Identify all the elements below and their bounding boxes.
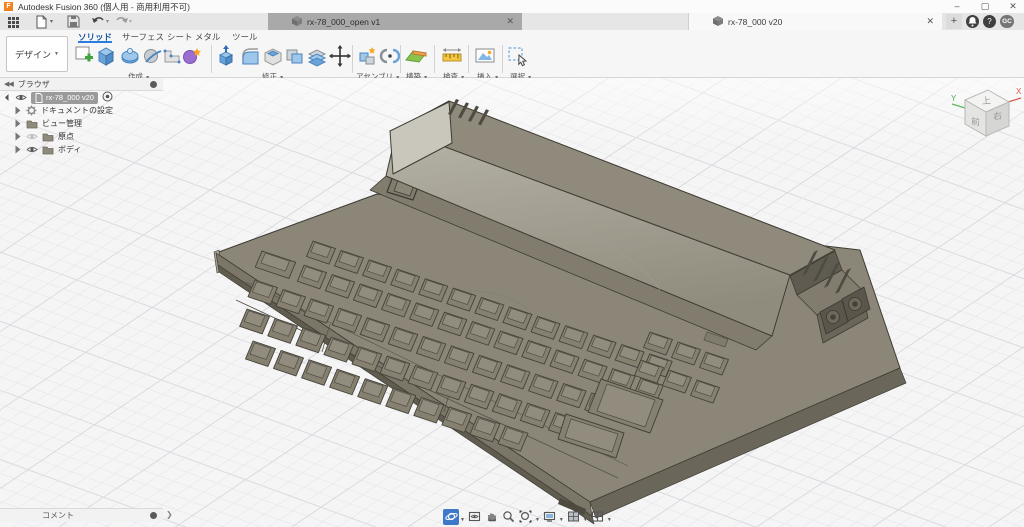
offset-face-icon[interactable] — [305, 44, 329, 70]
measure-icon[interactable] — [440, 44, 464, 70]
browser-root-row[interactable]: rx-78_000 v20 — [0, 91, 170, 104]
tab-close-icon[interactable]: ✕ — [506, 16, 514, 27]
tab-close-icon[interactable]: ✕ — [926, 16, 934, 27]
folder-icon — [26, 119, 42, 129]
press-pull-icon[interactable] — [215, 44, 239, 70]
ribbon-tab-solid[interactable]: ソリッド — [78, 31, 112, 43]
viewcube-right-label: 右 — [993, 110, 1002, 122]
collapsed-caret-icon[interactable] — [16, 133, 21, 141]
document-cube-icon — [292, 16, 302, 28]
save-icon[interactable] — [66, 14, 82, 29]
browser-panel: ◀◀ ブラウザ rx-78_000 v20 ドキュメントの設定 — [0, 78, 170, 156]
axis-y-label: Y — [951, 94, 957, 103]
ribbon-tab-surface[interactable]: サーフェス — [122, 31, 164, 43]
collapsed-caret-icon[interactable] — [16, 120, 21, 128]
create-form-icon[interactable] — [180, 44, 204, 70]
display-caret-icon[interactable]: ▼ — [559, 517, 564, 523]
folder-icon — [42, 132, 58, 142]
root-component-name: rx-78_000 v20 — [46, 93, 94, 102]
browser-item-document-settings[interactable]: ドキュメントの設定 — [0, 104, 170, 117]
browser-header[interactable]: ◀◀ ブラウザ — [0, 78, 163, 91]
active-component-pill[interactable]: rx-78_000 v20 — [31, 92, 98, 104]
viewports-caret-icon[interactable]: ▼ — [607, 517, 612, 523]
quick-access-toolbar: rx-78_000_open v1 ✕ rx-78_000 v20 ✕ + ? … — [0, 13, 1024, 30]
app-grid-icon[interactable] — [6, 14, 22, 29]
insert-image-icon[interactable] — [473, 44, 497, 70]
gear-icon — [26, 105, 41, 116]
zoom-tool-button[interactable] — [501, 509, 517, 525]
title-bar: F Autodesk Fusion 360 (個人用 - 商用利用不可) – ▢… — [0, 0, 1024, 13]
browser-item-view-management[interactable]: ビュー管理 — [0, 117, 170, 130]
visibility-eye-icon[interactable] — [26, 145, 42, 154]
expand-chevron-icon[interactable]: ❯ — [166, 510, 173, 519]
panel-options-icon[interactable] — [150, 512, 157, 519]
move-icon[interactable] — [328, 44, 352, 70]
fusion360-window: F Autodesk Fusion 360 (個人用 - 商用利用不可) – ▢… — [0, 0, 1024, 527]
pan-tool-button[interactable] — [484, 509, 500, 525]
comments-bar[interactable]: コメント — [0, 508, 163, 522]
navigation-toolbar: ▼ ▼ ▼ ▼ ▼ — [443, 508, 613, 525]
undo-icon[interactable] — [90, 14, 106, 29]
visibility-eye-icon[interactable] — [15, 93, 31, 102]
ribbon-tab-tools[interactable]: ツール — [232, 31, 258, 43]
select-icon[interactable] — [506, 44, 530, 70]
viewports-button[interactable] — [590, 509, 606, 525]
viewcube-top-label: 上 — [981, 95, 991, 106]
extrude-icon[interactable] — [94, 44, 118, 70]
document-tab-inactive[interactable]: rx-78_000_open v1 ✕ — [268, 13, 522, 30]
panel-options-icon[interactable] — [150, 81, 157, 88]
document-cube-icon — [713, 16, 723, 28]
avatar[interactable]: GC — [1000, 15, 1014, 28]
shell-icon[interactable] — [261, 44, 285, 70]
activate-radio-icon[interactable] — [102, 91, 113, 104]
fit-tool-button[interactable] — [518, 509, 534, 525]
collapsed-caret-icon[interactable] — [16, 107, 21, 115]
view-cube[interactable]: Y X 上 前 右 — [948, 80, 1024, 152]
ribbon-tab-sheetmetal[interactable]: シート メタル — [167, 31, 220, 43]
workspace-selector[interactable]: デザイン▼ — [6, 36, 68, 72]
joint-icon[interactable] — [378, 44, 402, 70]
viewcube-front-label: 前 — [971, 115, 980, 128]
folder-icon — [42, 145, 58, 155]
visibility-eye-off-icon[interactable] — [26, 132, 42, 141]
minimize-button[interactable]: – — [950, 0, 964, 12]
document-tab-label: rx-78_000_open v1 — [307, 17, 380, 27]
new-component-icon[interactable] — [356, 44, 380, 70]
grid-caret-icon[interactable]: ▼ — [583, 517, 588, 523]
redo-icon[interactable] — [113, 14, 129, 29]
orbit-tool-button[interactable] — [443, 509, 459, 525]
new-tab-button[interactable]: + — [946, 14, 962, 29]
orbit-caret-icon[interactable]: ▼ — [460, 517, 465, 523]
combine-icon[interactable] — [283, 44, 307, 70]
notifications-bell-icon[interactable] — [966, 15, 979, 28]
browser-item-bodies[interactable]: ボディ — [0, 143, 170, 156]
close-button[interactable]: ✕ — [1006, 0, 1020, 12]
create-sketch-icon[interactable] — [72, 44, 96, 70]
collapse-panel-icon[interactable]: ◀◀ — [4, 80, 13, 88]
look-at-tool-button[interactable] — [467, 509, 483, 525]
window-title: Autodesk Fusion 360 (個人用 - 商用利用不可) — [18, 1, 190, 13]
construct-plane-icon[interactable] — [404, 44, 428, 70]
ribbon-toolbar: デザイン▼ ソリッド サーフェス シート メタル ツール — [0, 30, 1024, 78]
collapsed-caret-icon[interactable] — [16, 146, 21, 154]
display-settings-button[interactable] — [542, 509, 558, 525]
document-tab-active[interactable]: rx-78_000 v20 ✕ — [688, 13, 942, 30]
maximize-button[interactable]: ▢ — [978, 0, 992, 12]
document-tab-label: rx-78_000 v20 — [728, 17, 782, 27]
axis-x-label: X — [1016, 87, 1022, 96]
document-icon — [35, 93, 43, 103]
fit-caret-icon[interactable]: ▼ — [535, 517, 540, 523]
fillet-icon[interactable] — [238, 44, 262, 70]
help-icon[interactable]: ? — [983, 15, 996, 28]
file-menu-icon[interactable] — [34, 14, 50, 29]
expand-caret-icon[interactable] — [5, 94, 12, 101]
grid-and-snaps-button[interactable] — [566, 509, 582, 525]
revolve-icon[interactable] — [118, 44, 142, 70]
browser-item-origin[interactable]: 原点 — [0, 130, 170, 143]
fusion-logo-icon: F — [4, 2, 13, 11]
